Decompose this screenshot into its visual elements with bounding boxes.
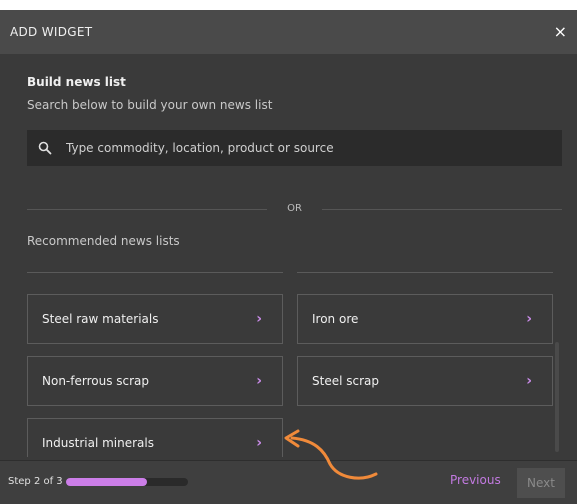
- card-label: Iron ore: [312, 312, 359, 326]
- list-top-rule: [297, 272, 553, 273]
- chevron-right-icon: ›: [256, 435, 262, 451]
- step-indicator: Step 2 of 3: [8, 476, 63, 487]
- card-label: Steel raw materials: [42, 312, 159, 326]
- news-list-card-non-ferrous-scrap[interactable]: Non-ferrous scrap ›: [27, 356, 283, 406]
- news-list-card-industrial-minerals[interactable]: Industrial minerals ›: [27, 418, 283, 457]
- list-top-rule: [27, 272, 283, 273]
- annotation-arrow-icon: [284, 429, 378, 480]
- news-list-card-steel-raw-materials[interactable]: Steel raw materials ›: [27, 294, 283, 344]
- close-icon[interactable]: ×: [554, 24, 567, 40]
- progress-bar-fill: [66, 478, 148, 486]
- previous-button[interactable]: Previous: [450, 473, 501, 487]
- search-icon: [38, 141, 52, 155]
- build-news-list-title: Build news list: [27, 75, 126, 89]
- chevron-right-icon: ›: [256, 373, 262, 389]
- modal-title: ADD WIDGET: [10, 25, 93, 39]
- recommended-news-lists-title: Recommended news lists: [27, 234, 180, 248]
- search-box[interactable]: [27, 130, 562, 166]
- chevron-right-icon: ›: [256, 311, 262, 327]
- list-scrollbar[interactable]: [555, 342, 559, 452]
- next-button[interactable]: Next: [517, 468, 565, 498]
- chevron-right-icon: ›: [526, 311, 532, 327]
- progress-bar: [66, 478, 188, 486]
- card-label: Industrial minerals: [42, 436, 154, 450]
- news-list-card-steel-scrap[interactable]: Steel scrap ›: [297, 356, 553, 406]
- build-news-list-subtitle: Search below to build your own news list: [27, 98, 273, 112]
- search-input[interactable]: [64, 140, 562, 156]
- divider-line-right: [322, 209, 562, 210]
- modal-header: ADD WIDGET ×: [0, 10, 577, 54]
- card-label: Steel scrap: [312, 374, 379, 388]
- or-divider: OR: [27, 202, 562, 216]
- chevron-right-icon: ›: [526, 373, 532, 389]
- card-label: Non-ferrous scrap: [42, 374, 150, 388]
- news-list-card-iron-ore[interactable]: Iron ore ›: [297, 294, 553, 344]
